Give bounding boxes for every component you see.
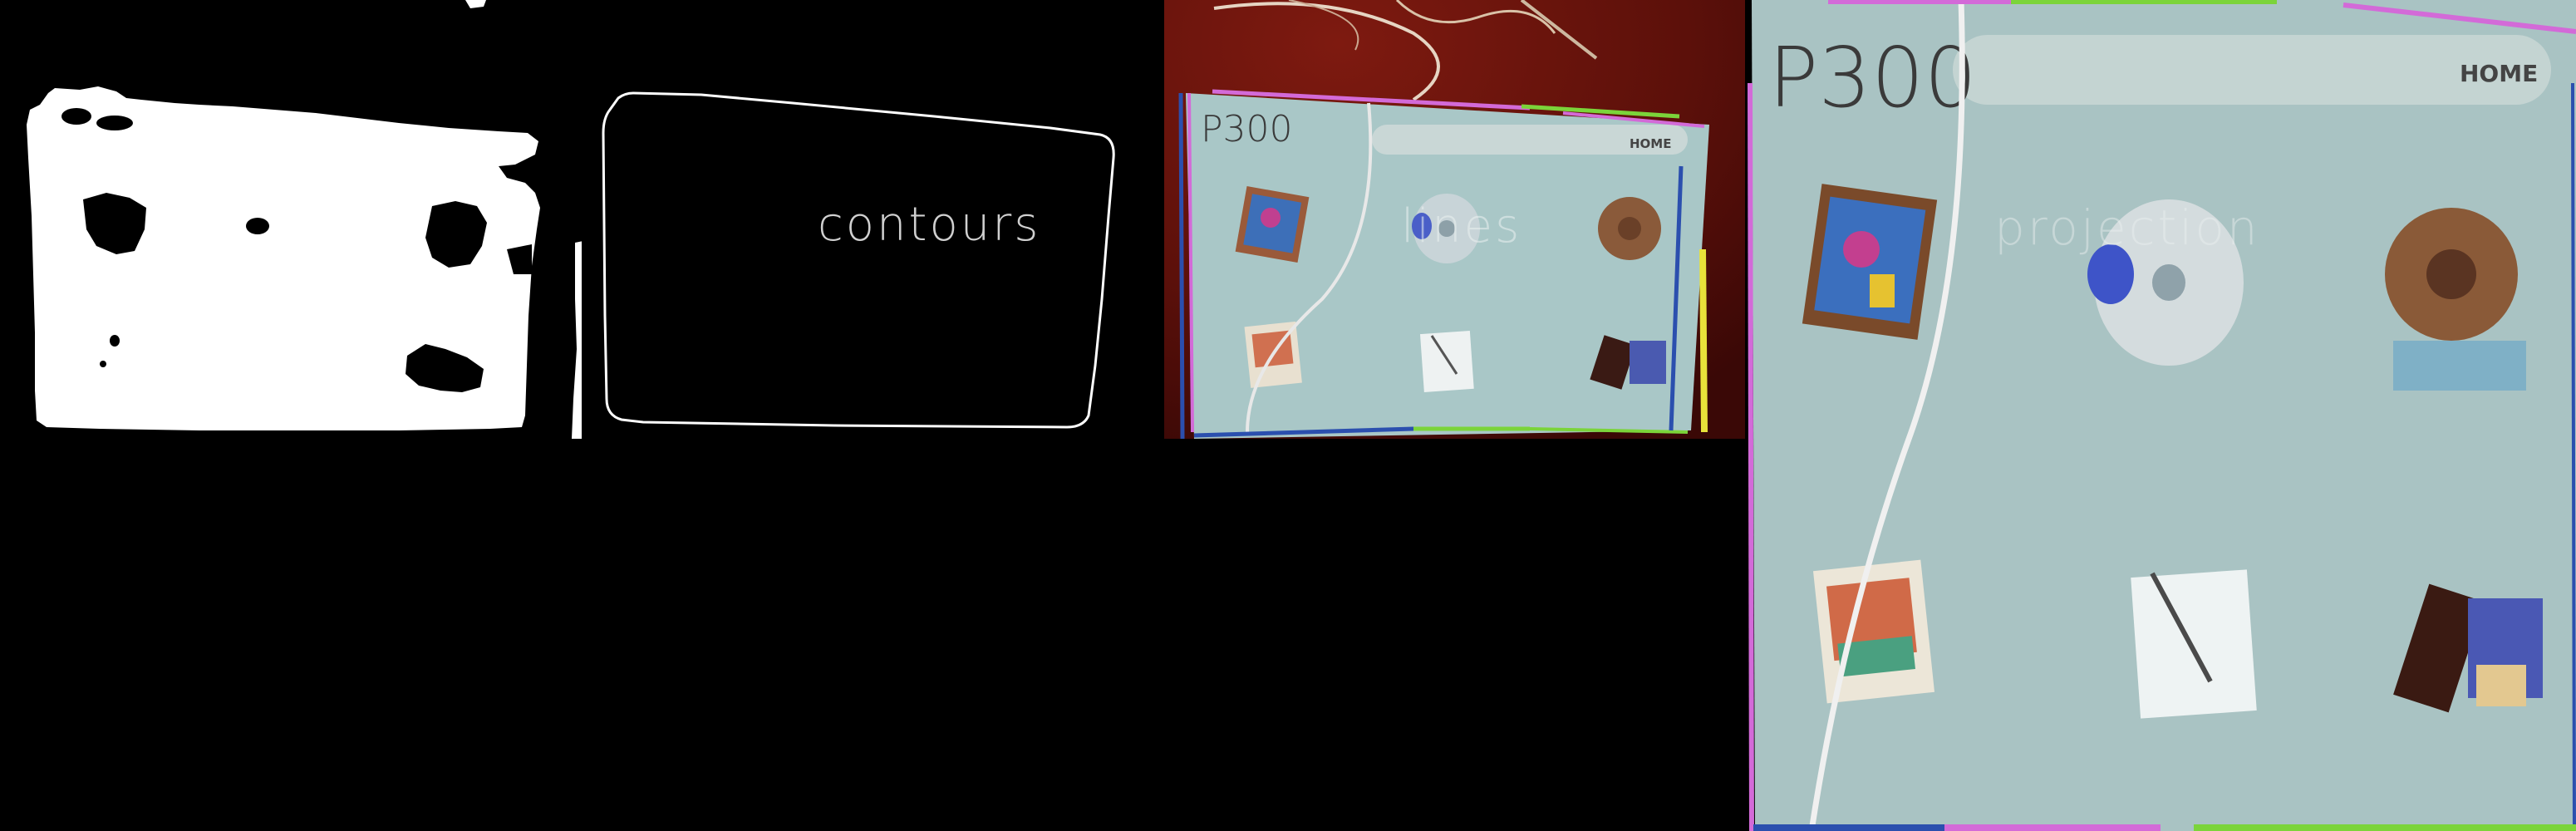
mask-hole [110,335,120,347]
photo-icon [1812,559,1935,704]
detected-line [1748,82,1754,831]
mask-panel [0,0,582,439]
warped-title: P300 [1768,29,1977,126]
projection-canvas: P300 HOME [1745,0,2576,831]
lines-label: lines [1401,199,1522,253]
video-icon [1802,184,1938,340]
mask-hole [246,218,269,234]
lines-panel: P300 HOME lines [1164,0,1745,439]
text-icon [2131,569,2257,719]
text-icon [1419,330,1474,392]
contours-panel: contours [585,0,1164,439]
contours-label: contours [818,198,1041,252]
detected-line [1178,92,1185,439]
home-label: HOME [1630,136,1671,151]
mask-hole [61,108,91,125]
warped-home-label: HOME [2460,60,2538,87]
mask-canvas [0,0,582,439]
settings-icon [1598,197,1661,260]
projection-panel: P300 HOME projection [1745,0,2576,831]
detected-line [1699,248,1708,433]
mask-hole [96,116,133,130]
mask-hole [100,361,106,367]
video-icon [1235,186,1310,263]
projection-label: projection [1994,199,2260,256]
detected-line [2571,82,2576,831]
screen-title: P300 [1201,108,1293,150]
settings-icon [2385,208,2526,391]
